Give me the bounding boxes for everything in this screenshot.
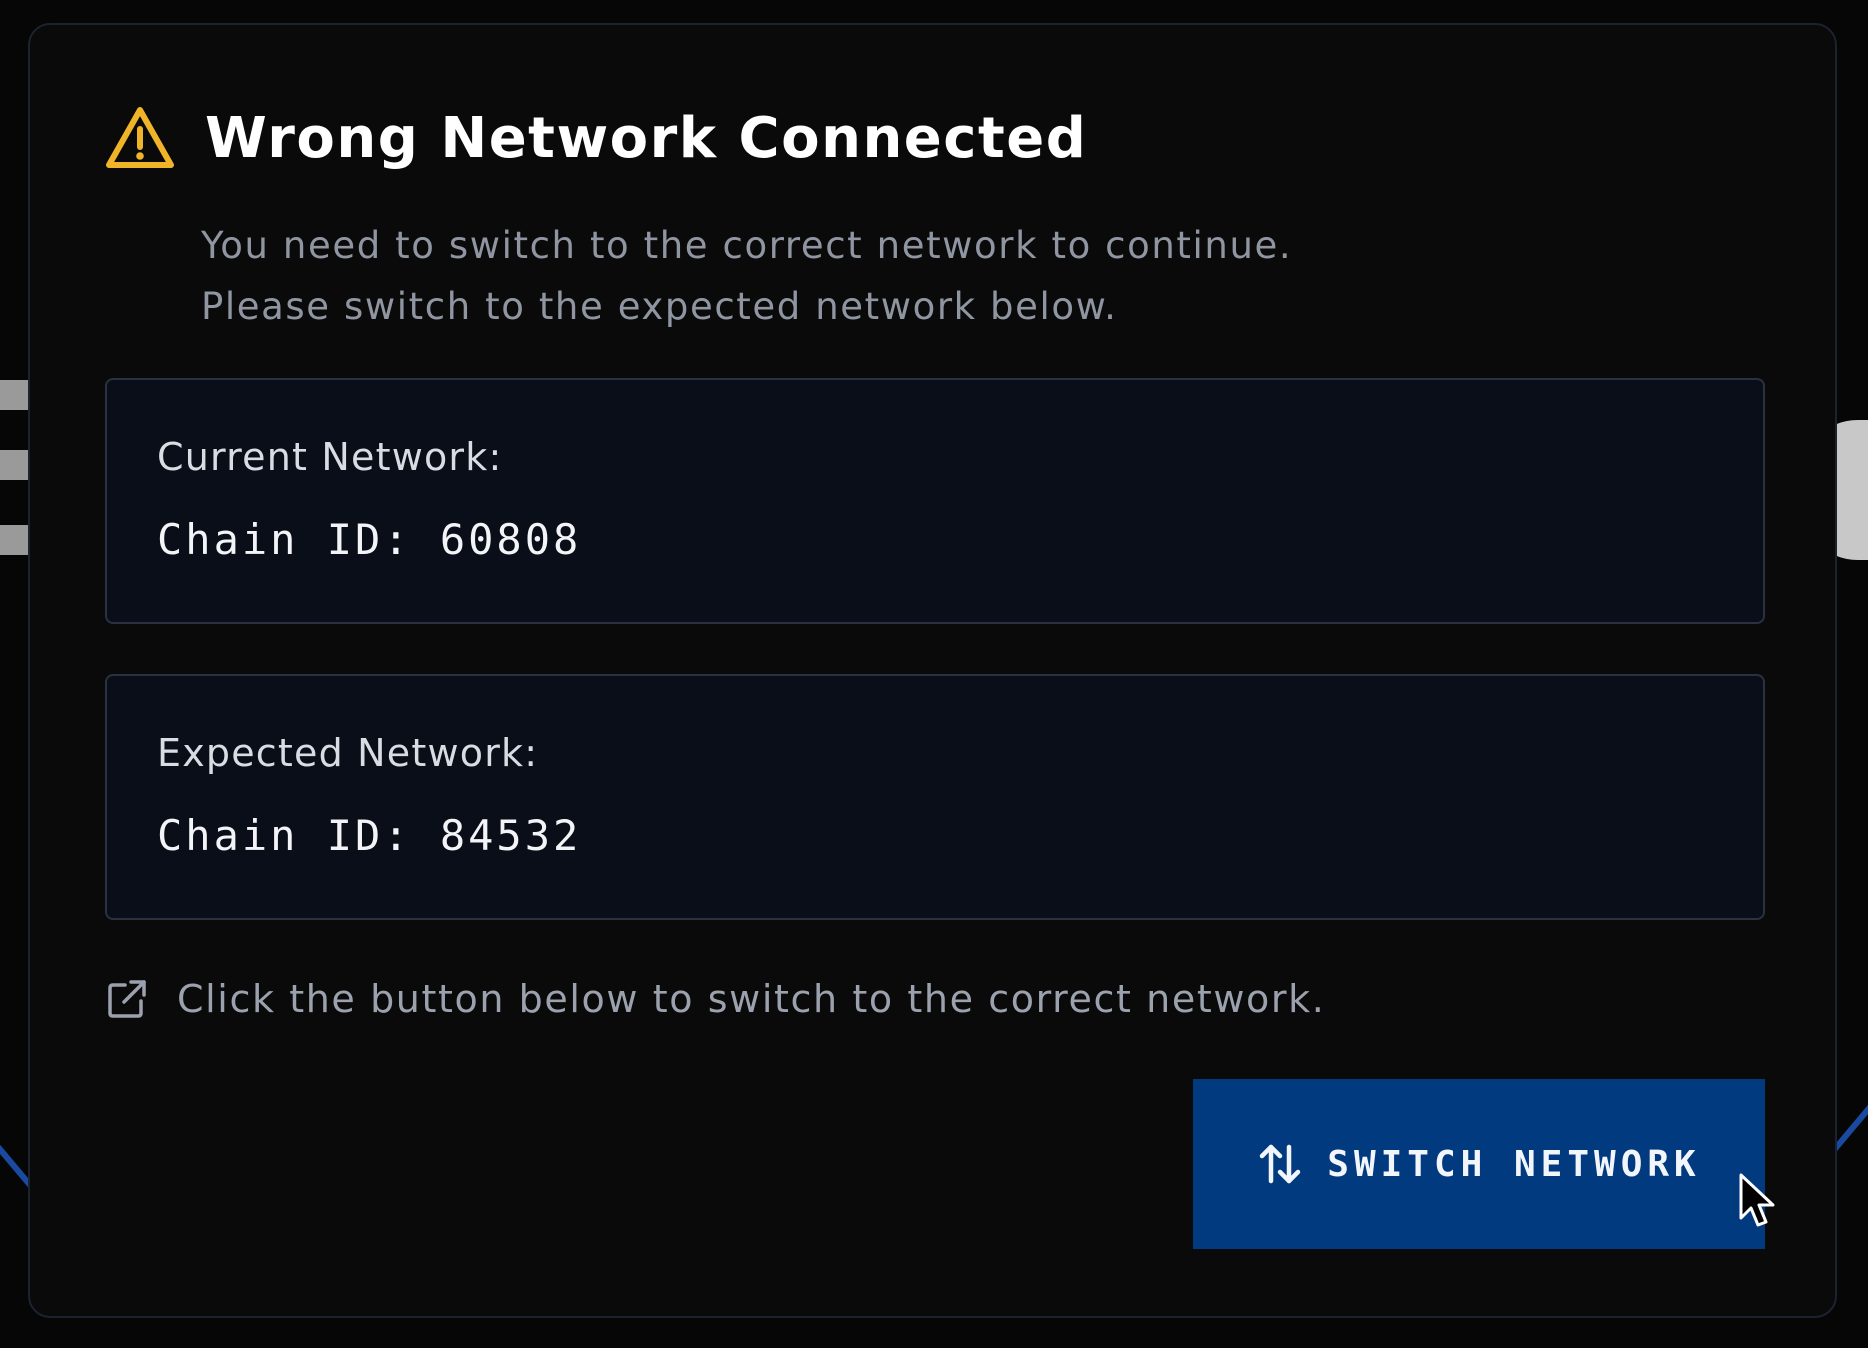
dialog-title: Wrong Network Connected xyxy=(205,105,1088,171)
current-network-card: Current Network: Chain ID: 60808 xyxy=(105,378,1765,624)
dialog-description: You need to switch to the correct networ… xyxy=(201,215,1292,337)
hint-text: Click the button below to switch to the … xyxy=(177,977,1326,1021)
description-line: Please switch to the expected network be… xyxy=(201,285,1118,328)
wrong-network-dialog: Wrong Network Connected You need to swit… xyxy=(28,23,1837,1318)
mouse-pointer-icon xyxy=(1739,1173,1775,1227)
warning-triangle-icon xyxy=(106,107,174,168)
expected-network-label: Expected Network: xyxy=(157,731,539,775)
switch-network-button[interactable]: SWITCH NETWORK xyxy=(1193,1079,1765,1249)
swap-vertical-icon xyxy=(1260,1144,1301,1184)
expected-network-card: Expected Network: Chain ID: 84532 xyxy=(105,674,1765,920)
current-network-label: Current Network: xyxy=(157,435,503,479)
expected-chain-id: Chain ID: 84532 xyxy=(157,811,582,860)
screen: Wrong Network Connected You need to swit… xyxy=(0,0,1868,1348)
switch-network-label: SWITCH NETWORK xyxy=(1327,1143,1701,1185)
dialog-header: Wrong Network Connected xyxy=(105,105,1087,171)
current-chain-id: Chain ID: 60808 xyxy=(157,515,582,564)
switch-hint: Click the button below to switch to the … xyxy=(105,977,1325,1021)
external-link-icon xyxy=(108,980,146,1018)
description-line: You need to switch to the correct networ… xyxy=(201,224,1293,267)
